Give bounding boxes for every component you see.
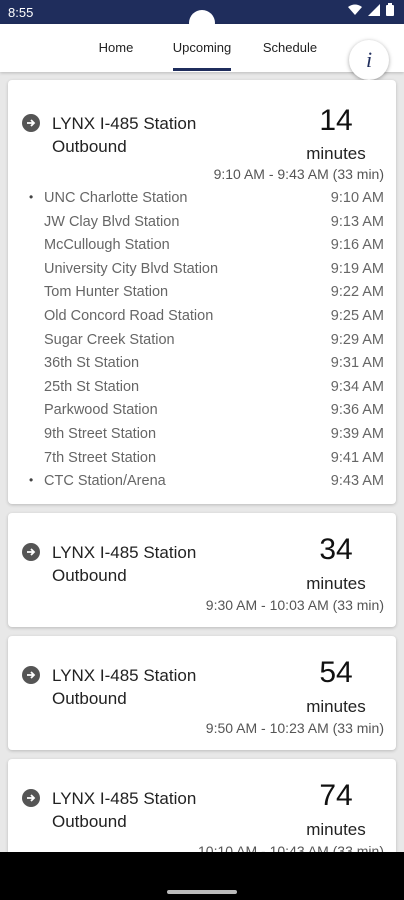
trip-direction: Outbound xyxy=(52,689,127,708)
stop-time: 9:29 AM xyxy=(330,331,384,348)
arrow-right-icon xyxy=(22,789,40,807)
trip-time-range: 9:30 AM - 10:03 AM (33 min) xyxy=(205,597,384,613)
stop-name: Parkwood Station xyxy=(44,402,158,419)
signal-icon xyxy=(368,3,380,16)
stop-row: • CTC Station/Arena 9:43 AM xyxy=(8,473,396,496)
stop-row: Parkwood Station 9:36 AM xyxy=(8,402,396,425)
stop-time: 9:41 AM xyxy=(330,449,384,466)
stop-time: 9:31 AM xyxy=(330,355,384,372)
active-tab-indicator xyxy=(173,68,231,71)
stop-row: 25th St Station 9:34 AM xyxy=(8,379,396,402)
stop-time: 9:36 AM xyxy=(330,402,384,419)
stop-time: 9:13 AM xyxy=(330,213,384,230)
status-time: 8:55 xyxy=(8,5,34,20)
camera-notch xyxy=(189,10,215,36)
trip-direction: Outbound xyxy=(52,137,127,156)
stop-name: Sugar Creek Station xyxy=(44,331,175,348)
system-nav-bar xyxy=(0,852,404,900)
stop-name: 25th St Station xyxy=(44,378,140,395)
trip-time-range: 9:10 AM - 9:43 AM (33 min) xyxy=(213,166,384,182)
trip-time-range: 10:10 AM - 10:43 AM (33 min) xyxy=(198,843,384,852)
minutes-label: minutes xyxy=(306,697,366,716)
stop-row: JW Clay Blvd Station 9:13 AM xyxy=(8,214,396,237)
stop-row: 9th Street Station 9:39 AM xyxy=(8,426,396,449)
stop-time: 9:34 AM xyxy=(330,378,384,395)
trip-route: LYNX I-485 Station xyxy=(52,666,197,685)
arrow-right-icon xyxy=(22,543,40,561)
trip-direction: Outbound xyxy=(52,812,127,831)
stop-name: Tom Hunter Station xyxy=(44,284,169,301)
stop-name: JW Clay Blvd Station xyxy=(44,213,180,230)
minutes-until: 14 xyxy=(319,104,353,137)
minutes-label: minutes xyxy=(306,574,366,593)
arrow-right-icon xyxy=(22,666,40,684)
stop-row: Sugar Creek Station 9:29 AM xyxy=(8,332,396,355)
trip-route: LYNX I-485 Station xyxy=(52,789,197,808)
trip-route: LYNX I-485 Station xyxy=(52,114,197,133)
stop-bullet: • xyxy=(29,473,34,488)
minutes-until: 34 xyxy=(319,533,353,566)
upcoming-trips-list[interactable]: LYNX I-485 Station Outbound 14 minutes 9… xyxy=(0,72,404,852)
tab-home[interactable]: Home xyxy=(96,40,136,55)
minutes-until: 74 xyxy=(319,779,353,812)
stop-row: 36th St Station 9:31 AM xyxy=(8,355,396,378)
trip-time-range: 9:50 AM - 10:23 AM (33 min) xyxy=(205,720,384,736)
stop-time: 9:19 AM xyxy=(330,260,384,277)
wifi-icon xyxy=(348,4,362,15)
stop-time: 9:16 AM xyxy=(330,237,384,254)
stop-name: 9th Street Station xyxy=(44,426,157,442)
minutes-label: minutes xyxy=(306,144,366,163)
trip-card[interactable]: LYNX I-485 Station Outbound 14 minutes 9… xyxy=(8,80,396,504)
trip-card[interactable]: LYNX I-485 Station Outbound 54 minutes 9… xyxy=(8,636,396,750)
trip-card[interactable]: LYNX I-485 Station Outbound 74 minutes 1… xyxy=(8,759,396,852)
trip-card[interactable]: LYNX I-485 Station Outbound 34 minutes 9… xyxy=(8,513,396,627)
minutes-until: 54 xyxy=(319,656,353,689)
stop-name: CTC Station/Arena xyxy=(44,473,166,490)
arrow-right-icon xyxy=(22,114,40,132)
stop-row: University City Blvd Station 9:19 AM xyxy=(8,261,396,284)
stop-time: 9:10 AM xyxy=(330,190,384,206)
stop-name: University City Blvd Station xyxy=(44,260,219,277)
stop-time: 9:22 AM xyxy=(330,284,384,301)
stop-name: 7th Street Station xyxy=(44,449,157,466)
stop-name: McCullough Station xyxy=(44,237,170,254)
battery-icon xyxy=(386,3,394,16)
stop-time: 9:43 AM xyxy=(330,473,384,490)
stop-time: 9:25 AM xyxy=(330,308,384,324)
minutes-label: minutes xyxy=(306,820,366,839)
tab-upcoming[interactable]: Upcoming xyxy=(170,40,234,55)
trip-direction: Outbound xyxy=(52,566,127,585)
stop-time: 9:39 AM xyxy=(330,426,384,442)
stop-row: Old Concord Road Station 9:25 AM xyxy=(8,308,396,331)
stop-name: Old Concord Road Station xyxy=(44,308,214,324)
stop-name: UNC Charlotte Station xyxy=(44,190,188,206)
status-icons xyxy=(348,3,394,16)
tab-schedule[interactable]: Schedule xyxy=(260,40,320,55)
stop-name: 36th St Station xyxy=(44,355,140,372)
stop-row: Tom Hunter Station 9:22 AM xyxy=(8,284,396,307)
stop-bullet: • xyxy=(29,190,34,204)
stop-row: McCullough Station 9:16 AM xyxy=(8,237,396,260)
home-gesture-handle[interactable] xyxy=(167,890,237,894)
stop-row: • UNC Charlotte Station 9:10 AM xyxy=(8,190,396,213)
stop-row: 7th Street Station 9:41 AM xyxy=(8,450,396,473)
trip-route: LYNX I-485 Station xyxy=(52,543,197,562)
